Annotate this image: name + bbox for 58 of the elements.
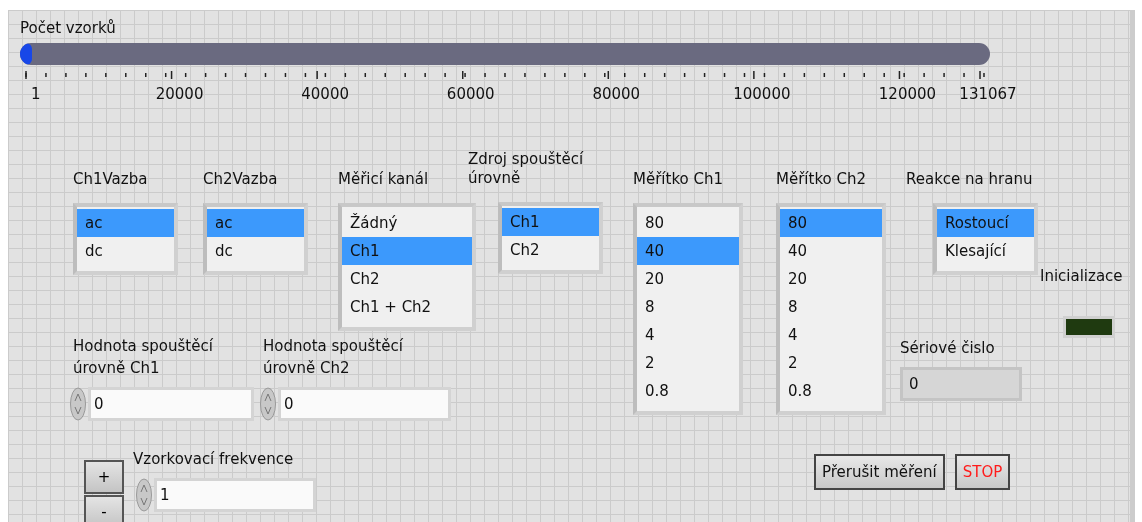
list-item[interactable]: 8 (780, 293, 882, 321)
numeric-field[interactable]: 1 (154, 478, 316, 512)
list-item[interactable]: 80 (637, 209, 739, 237)
list-item[interactable]: dc (207, 237, 304, 265)
list-item[interactable]: 4 (637, 321, 739, 349)
listbox-label: Měřítko Ch2 (776, 170, 867, 189)
list-item[interactable]: Ch1 + Ch2 (342, 293, 472, 321)
numeric-field[interactable]: 0 (88, 387, 254, 421)
scale-label: 40000 (301, 85, 349, 103)
listbox-label: Ch2Vazba (203, 170, 279, 189)
listbox-label: Zdroj spouštěcí úrovně (468, 150, 585, 188)
listbox-label: Ch1Vazba (73, 170, 149, 189)
list-item[interactable]: Ch2 (502, 236, 599, 264)
listbox-label: Měřicí kanál (338, 170, 430, 189)
numeric-label: Hodnota spouštěcí úrovně Ch1 (73, 336, 214, 379)
scale-label: 60000 (446, 85, 495, 103)
panel-button[interactable]: Přerušit měření (814, 454, 945, 490)
list-item[interactable]: Ch2 (342, 265, 472, 293)
scale-label: 120000 (878, 85, 937, 103)
spinner-icon[interactable] (136, 478, 152, 512)
list-item[interactable]: ac (77, 209, 174, 237)
serial-label: Sériové čislo (900, 339, 995, 357)
led-label: Inicializace (1040, 267, 1123, 285)
numeric-label: Vzorkovací frekvence (133, 449, 295, 470)
step-button[interactable]: + (84, 460, 124, 494)
list-item[interactable]: 20 (780, 265, 882, 293)
scale-label: 1 (31, 85, 41, 103)
scale-label: 80000 (592, 85, 641, 103)
serial-display: 0 (900, 367, 1022, 401)
list-item[interactable]: 40 (780, 237, 882, 265)
list-item[interactable]: 80 (780, 209, 882, 237)
spinner-icon[interactable] (70, 387, 86, 421)
list-item[interactable]: Rostoucí (937, 209, 1034, 237)
scale-label: 131067 (959, 85, 1017, 103)
numeric-field[interactable]: 0 (278, 387, 451, 421)
list-item[interactable]: Ch1 (342, 237, 472, 265)
numeric-label: Hodnota spouštěcí úrovně Ch2 (263, 336, 404, 379)
list-item[interactable]: 20 (637, 265, 739, 293)
spinner-icon[interactable] (260, 387, 276, 421)
slider-thumb[interactable] (20, 43, 32, 65)
slider-label: Počet vzorků (20, 19, 116, 37)
list-item[interactable]: 4 (780, 321, 882, 349)
list-item[interactable]: 0.8 (637, 377, 739, 405)
list-item[interactable]: 8 (637, 293, 739, 321)
list-item[interactable]: Klesající (937, 237, 1034, 265)
listbox-label: Měřítko Ch1 (633, 170, 724, 189)
list-item[interactable]: 0.8 (780, 377, 882, 405)
scale-label: 20000 (155, 85, 204, 103)
list-item[interactable]: 2 (637, 349, 739, 377)
list-item[interactable]: 2 (780, 349, 882, 377)
list-item[interactable]: dc (77, 237, 174, 265)
listbox-label: Reakce na hranu (906, 170, 1034, 189)
step-button[interactable]: - (84, 495, 124, 522)
list-item[interactable]: ac (207, 209, 304, 237)
list-item[interactable]: Žádný (342, 209, 472, 237)
list-item[interactable]: Ch1 (502, 208, 599, 236)
list-item[interactable]: 40 (637, 237, 739, 265)
scale-label: 100000 (733, 85, 791, 103)
